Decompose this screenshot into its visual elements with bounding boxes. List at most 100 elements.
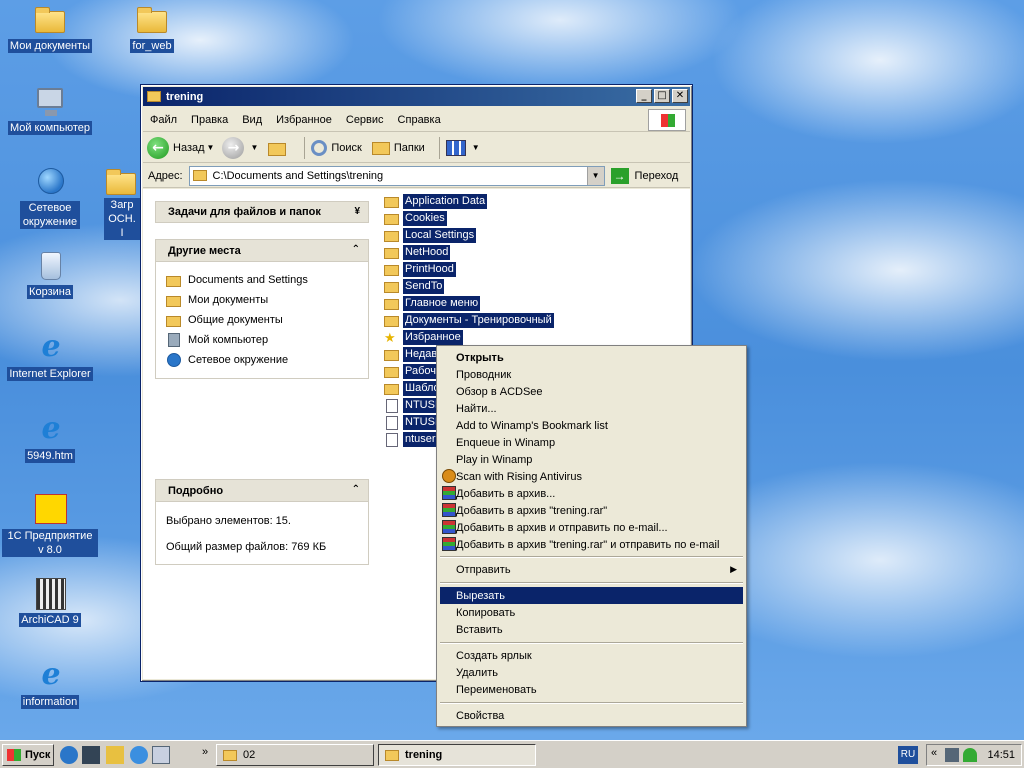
folder-icon (384, 297, 400, 311)
place-network[interactable]: Сетевое окружение (166, 350, 358, 370)
address-dropdown-button[interactable]: ▼ (586, 166, 604, 185)
antivirus-tray-icon[interactable] (963, 748, 977, 762)
desktop-icon-information[interactable]: e information (2, 660, 98, 709)
maximize-button[interactable]: □ (654, 89, 670, 103)
desktop-icon-for-web[interactable]: for_web (104, 4, 200, 53)
context-menu-item[interactable]: Проводник (440, 366, 743, 383)
details-header[interactable]: Подробно ⌃ (155, 479, 369, 501)
context-menu-item[interactable]: Вставить (440, 621, 743, 638)
context-menu-item[interactable]: Вырезать (440, 587, 743, 604)
address-input[interactable]: C:\Documents and Settings\trening ▼ (188, 165, 605, 186)
desktop-icon-archicad[interactable]: ArchiCAD 9 (2, 578, 98, 627)
close-button[interactable]: ✕ (672, 89, 688, 103)
file-item[interactable]: NetHood (383, 244, 451, 261)
file-item[interactable]: ntuser. (383, 431, 441, 448)
tray-chevron-icon[interactable]: « (931, 747, 937, 759)
context-menu-item[interactable]: Добавить в архив и отправить по e-mail..… (440, 519, 743, 536)
place-my-computer[interactable]: Мой компьютер (166, 330, 358, 350)
title-bar[interactable]: trening _ □ ✕ (143, 87, 690, 106)
context-menu-item[interactable]: Play in Winamp (440, 451, 743, 468)
task-button-02[interactable]: 02 (216, 744, 374, 766)
context-menu-item[interactable]: Scan with Rising Antivirus (440, 468, 743, 485)
file-tasks-header[interactable]: Задачи для файлов и папок ¥ (155, 201, 369, 223)
context-menu-item[interactable]: Копировать (440, 604, 743, 621)
file-name: Рабоч (403, 364, 438, 379)
menu-favorites[interactable]: Избранное (269, 114, 339, 126)
place-shared-documents[interactable]: Общие документы (166, 310, 358, 330)
menu-edit[interactable]: Правка (184, 114, 235, 126)
minimize-button[interactable]: _ (636, 89, 652, 103)
menu-tools[interactable]: Сервис (339, 114, 391, 126)
folders-button[interactable]: Папки (370, 138, 425, 158)
back-button[interactable]: ← Назад ▼ (147, 136, 215, 159)
context-menu-item[interactable]: Свойства (440, 707, 743, 724)
forward-button[interactable]: → ▼ (222, 136, 258, 159)
folder-icon (384, 212, 400, 226)
menu-help[interactable]: Справка (391, 114, 448, 126)
chevron-down-icon[interactable]: ▼ (472, 143, 480, 152)
file-item[interactable]: Local Settings (383, 227, 477, 244)
file-item[interactable]: Cookies (383, 210, 447, 227)
desktop-icon-my-computer[interactable]: Мой компьютер (2, 86, 98, 135)
chevron-down-icon[interactable]: ▼ (250, 143, 258, 152)
calculator-quicklaunch-icon[interactable] (152, 746, 170, 764)
context-menu-label: Свойства (456, 709, 505, 722)
file-item[interactable]: Шабло (383, 380, 442, 397)
winrar-icon (442, 503, 456, 517)
file-item[interactable]: Application Data (383, 193, 488, 210)
file-item[interactable]: Недав (383, 346, 440, 363)
menu-file[interactable]: Файл (143, 114, 184, 126)
context-menu-item[interactable]: Добавить в архив "trening.rar" (440, 502, 743, 519)
context-menu-item[interactable]: Добавить в архив... (440, 485, 743, 502)
collapse-icon[interactable]: ⌃ (352, 244, 360, 255)
context-menu-label: Вставить (456, 623, 503, 636)
collapse-icon[interactable]: ⌃ (352, 484, 360, 495)
context-menu-item[interactable]: Обзор в ACDSee (440, 383, 743, 400)
go-button[interactable]: → Переход (610, 167, 678, 184)
quicklaunch-chevron-icon[interactable]: » (202, 746, 208, 758)
place-my-documents[interactable]: Мои документы (166, 290, 358, 310)
file-item[interactable]: PrintHood (383, 261, 456, 278)
browser-quicklaunch-icon[interactable] (130, 746, 148, 764)
file-item[interactable]: SendTo (383, 278, 445, 295)
context-menu-item[interactable]: Add to Winamp's Bookmark list (440, 417, 743, 434)
context-menu-item[interactable]: Удалить (440, 664, 743, 681)
desktop-icon-5949-htm[interactable]: e 5949.htm (2, 414, 98, 463)
file-item[interactable]: ★ Избранное (383, 329, 463, 346)
file-item[interactable]: Документы - Тренировочный (383, 312, 554, 329)
context-menu-item[interactable]: Добавить в архив "trening.rar" и отправи… (440, 536, 743, 553)
file-item[interactable]: Главное меню (383, 295, 481, 312)
desktop-icon-my-documents[interactable]: Мои документы (2, 4, 98, 53)
save-quicklaunch-icon[interactable] (82, 746, 100, 764)
desktop-icon-internet-explorer[interactable]: e Internet Explorer (2, 332, 98, 381)
document-icon (384, 398, 400, 413)
desktop-icon-1c[interactable]: 1С Предприятие v 8.0 (2, 494, 98, 557)
other-places-header[interactable]: Другие места ⌃ (155, 239, 369, 261)
file-item[interactable]: Рабоч (383, 363, 438, 380)
context-menu-item[interactable]: Открыть (440, 349, 743, 366)
context-menu-item[interactable]: Enqueue in Winamp (440, 434, 743, 451)
recycle-bin-icon (41, 252, 61, 280)
start-button[interactable]: Пуск (2, 744, 54, 766)
tool-quicklaunch-icon[interactable] (106, 746, 124, 764)
ie-quicklaunch-icon[interactable] (60, 746, 78, 764)
desktop-icon-network[interactable]: Сетевое окружение (2, 166, 98, 229)
desktop-icon-partial[interactable]: Загр ОСН. І (104, 166, 140, 240)
task-button-trening[interactable]: trening (378, 744, 536, 766)
context-menu-item[interactable]: Создать ярлык (440, 647, 743, 664)
expand-icon[interactable]: ¥ (354, 206, 360, 217)
context-menu-item[interactable]: Отправить ▶ (440, 561, 743, 578)
views-button[interactable]: ▼ (445, 139, 480, 156)
up-button[interactable] (266, 138, 290, 158)
chevron-down-icon[interactable]: ▼ (207, 143, 215, 152)
context-menu-item[interactable]: Найти... (440, 400, 743, 417)
search-button[interactable]: Поиск (311, 139, 362, 156)
place-documents-and-settings[interactable]: Documents and Settings (166, 270, 358, 290)
context-menu-label: Копировать (456, 606, 516, 619)
network-tray-icon[interactable] (945, 748, 959, 762)
language-indicator[interactable]: RU (898, 746, 918, 764)
menu-view[interactable]: Вид (235, 114, 269, 126)
context-menu-item[interactable]: Переименовать (440, 681, 743, 698)
desktop-icon-recycle-bin[interactable]: Корзина (2, 250, 98, 299)
context-menu-label: Play in Winamp (456, 453, 533, 466)
